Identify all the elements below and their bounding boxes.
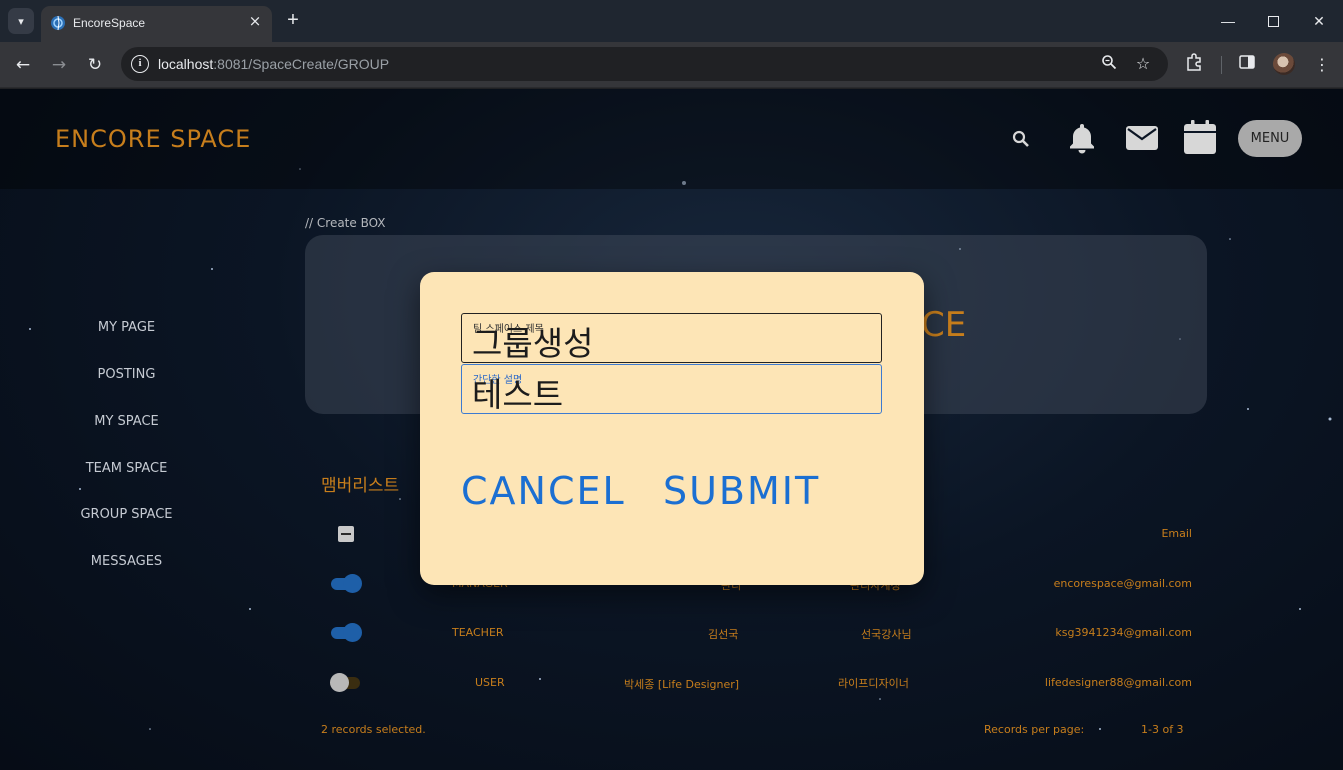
sidebar-item-my-space[interactable]: MY SPACE xyxy=(0,414,253,429)
row-toggle[interactable] xyxy=(331,574,363,594)
notification-bell-icon[interactable] xyxy=(1068,121,1096,159)
url-text[interactable]: localhost:8081/SpaceCreate/GROUP xyxy=(158,56,389,72)
cancel-button[interactable]: CANCEL xyxy=(461,469,626,513)
space-title-field[interactable]: 팀 스페이스 제목 그룹생성 xyxy=(461,313,882,363)
bookmark-star-icon[interactable]: ☆ xyxy=(1133,54,1153,74)
row-role: USER xyxy=(475,676,505,689)
page-content: ENCORE SPACE MENU MY PAGE POSTING MY SPA… xyxy=(0,89,1343,770)
side-panel-icon[interactable] xyxy=(1235,53,1259,77)
space-description-field[interactable]: 간단한 설명 테스트 xyxy=(461,364,882,414)
pagination-range: 1-3 of 3 xyxy=(1141,723,1184,736)
tab-title: EncoreSpace xyxy=(73,16,146,30)
row-email: ksg3941234@gmail.com xyxy=(1055,626,1192,639)
site-info-icon[interactable]: i xyxy=(131,55,149,73)
submit-button[interactable]: SUBMIT xyxy=(663,469,820,513)
search-icon[interactable] xyxy=(1011,129,1031,153)
tab-search-button[interactable]: ▾ xyxy=(8,8,34,34)
mail-icon[interactable] xyxy=(1125,124,1159,156)
selected-count: 2 records selected. xyxy=(321,723,426,736)
zoom-icon[interactable] xyxy=(1099,54,1119,74)
row-name: 김선국 xyxy=(708,628,739,641)
brand-logo[interactable]: ENCORE SPACE xyxy=(55,125,251,153)
records-per-page-label: Records per page: xyxy=(984,723,1085,736)
browser-tab[interactable]: EncoreSpace × xyxy=(41,6,272,42)
select-all-checkbox[interactable] xyxy=(338,526,354,542)
row-email: lifedesigner88@gmail.com xyxy=(1044,676,1192,689)
back-icon[interactable]: ← xyxy=(11,53,35,77)
profile-avatar[interactable] xyxy=(1273,53,1295,75)
minimize-icon[interactable]: — xyxy=(1215,8,1241,34)
sidebar-item-my-page[interactable]: MY PAGE xyxy=(0,320,253,335)
create-box-title: CE xyxy=(921,305,967,345)
email-column-header[interactable]: Email xyxy=(1161,527,1192,540)
browser-menu-icon[interactable]: ⋮ xyxy=(1310,53,1334,77)
browser-tabstrip: ▾ EncoreSpace × + — ✕ xyxy=(0,0,1343,42)
reload-icon[interactable]: ↻ xyxy=(83,53,107,77)
close-window-icon[interactable]: ✕ xyxy=(1306,8,1332,34)
address-bar[interactable]: i localhost:8081/SpaceCreate/GROUP ☆ xyxy=(121,47,1168,81)
row-nickname: 라이프디자이너 xyxy=(838,677,909,690)
maximize-icon[interactable] xyxy=(1260,8,1286,34)
browser-toolbar: ← → ↻ i localhost:8081/SpaceCreate/GROUP… xyxy=(0,42,1343,88)
row-name: 박세종 [Life Designer] xyxy=(624,678,740,691)
forward-icon[interactable]: → xyxy=(47,53,71,77)
site-favicon-icon xyxy=(51,15,65,31)
sidebar-item-posting[interactable]: POSTING xyxy=(0,367,253,382)
row-toggle[interactable] xyxy=(330,673,362,693)
new-tab-button[interactable]: + xyxy=(283,10,303,30)
space-title-value[interactable]: 그룹생성 xyxy=(472,326,593,362)
sidebar-item-team-space[interactable]: TEAM SPACE xyxy=(0,461,253,476)
menu-button[interactable]: MENU xyxy=(1238,120,1302,157)
row-role: TEACHER xyxy=(452,626,504,639)
row-email: encorespace@gmail.com xyxy=(1053,577,1192,590)
toolbar-separator xyxy=(1221,56,1222,74)
breadcrumb: // Create BOX xyxy=(305,216,386,230)
calendar-icon[interactable] xyxy=(1183,119,1217,159)
member-list-title: 맴버리스트 xyxy=(321,476,400,496)
row-nickname: 선국강사님 xyxy=(861,628,912,641)
sidebar-item-group-space[interactable]: GROUP SPACE xyxy=(0,507,253,522)
space-description-value[interactable]: 테스트 xyxy=(472,377,563,413)
sidebar-item-messages[interactable]: MESSAGES xyxy=(0,554,253,569)
row-toggle[interactable] xyxy=(331,623,363,643)
create-space-dialog: 팀 스페이스 제목 그룹생성 간단한 설명 테스트 CANCEL SUBMIT xyxy=(420,272,924,585)
tab-close-icon[interactable]: × xyxy=(246,12,264,30)
extensions-icon[interactable] xyxy=(1182,53,1206,77)
